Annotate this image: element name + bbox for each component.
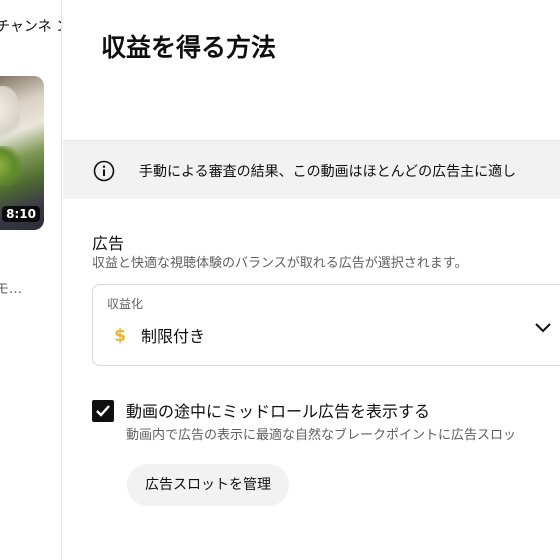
- midroll-description: 動画内で広告の表示に最適な自然なブレークポイントに広告スロッ: [126, 428, 517, 443]
- svg-text:$: $: [114, 326, 126, 345]
- ads-heading: 広告: [92, 234, 125, 253]
- info-icon: [93, 160, 115, 182]
- sidebar-top-text: チャンネ ン: [0, 19, 61, 35]
- video-duration-badge: 8:10: [2, 206, 40, 222]
- left-sidebar: チャンネ ン 8:10 モ…: [0, 0, 62, 560]
- monetization-select-value: 制限付き: [141, 327, 206, 346]
- info-banner: 手動による審査の結果、この動画はほとんどの広告主に適し: [63, 141, 560, 199]
- page-title: 収益を得る方法: [101, 33, 277, 62]
- midroll-checkbox-label[interactable]: 動画の途中にミッドロール広告を表示する: [126, 398, 430, 422]
- chevron-down-icon[interactable]: [533, 317, 553, 337]
- midroll-checkbox[interactable]: [92, 400, 114, 422]
- ads-description: 収益と快適な視聴体験のバランスが取れる広告が選択されます。: [92, 256, 468, 271]
- monetization-select-label: 収益化: [107, 297, 144, 311]
- monetization-panel: 収益を得る方法 手動による審査の結果、この動画はほとんどの広告主に適し 広告 収…: [63, 0, 560, 560]
- video-thumbnail[interactable]: 8:10: [0, 76, 44, 230]
- check-icon: [96, 405, 110, 417]
- manage-ad-slots-button[interactable]: 広告スロットを管理: [127, 464, 289, 506]
- sidebar-video-caption: モ…: [0, 282, 23, 297]
- banner-text: 手動による審査の結果、この動画はほとんどの広告主に適し: [139, 164, 517, 180]
- dollar-icon: $: [114, 326, 126, 345]
- monetization-select[interactable]: 収益化 $ 制限付き: [92, 284, 560, 366]
